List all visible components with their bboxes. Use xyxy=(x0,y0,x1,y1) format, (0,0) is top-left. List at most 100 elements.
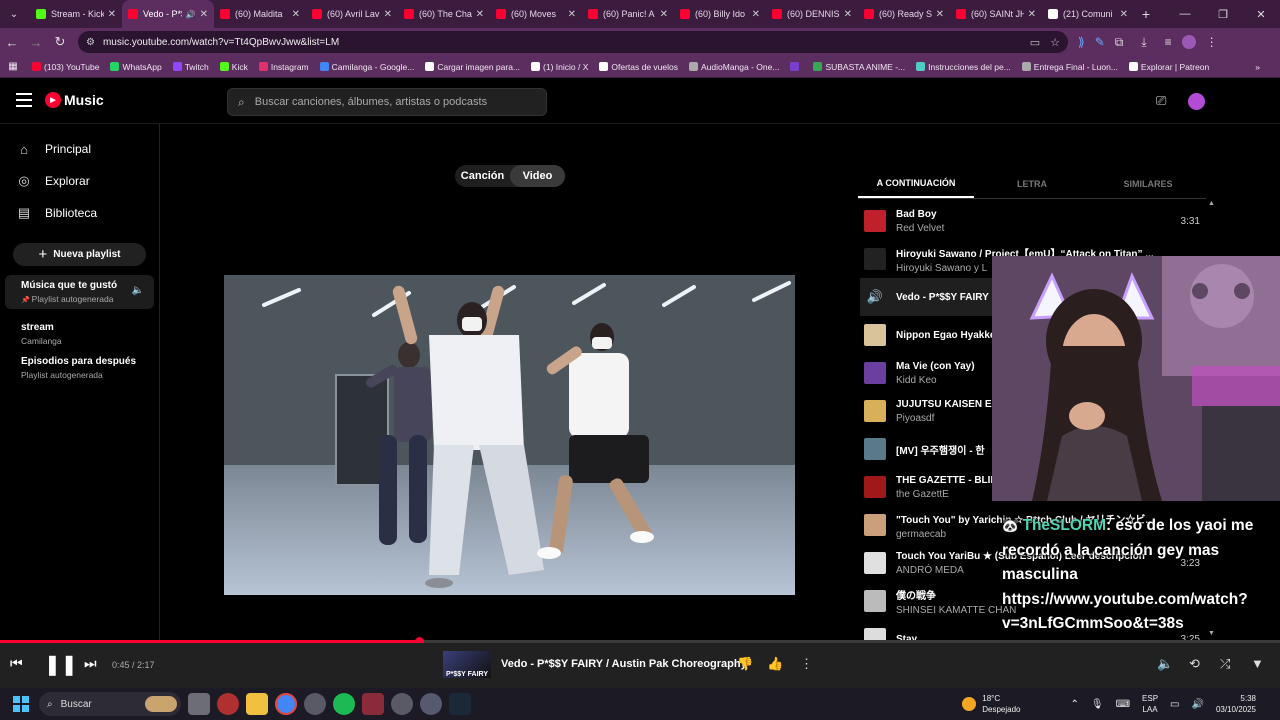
browser-tab[interactable]: (60) Ready S ✕ xyxy=(858,0,950,28)
app-icon-active[interactable] xyxy=(362,693,384,715)
scroll-up-icon[interactable]: ▲ xyxy=(1208,200,1215,207)
bookmark-star-icon[interactable]: ☆ xyxy=(1050,36,1060,49)
video-toggle-button[interactable]: Video xyxy=(510,165,565,187)
bookmark-item[interactable]: (103) YouTube xyxy=(32,62,99,72)
tab-close-icon[interactable]: ✕ xyxy=(660,9,668,20)
tray-overflow-icon[interactable]: ⌃ xyxy=(1071,699,1079,710)
like-icon[interactable]: 👍 xyxy=(767,656,783,672)
bookmark-item[interactable]: Cargar imagen para... xyxy=(425,62,520,72)
next-icon[interactable]: ⏭ xyxy=(84,655,97,672)
repeat-icon[interactable]: ⟲ xyxy=(1189,656,1200,672)
browser-tab[interactable]: (60) Billy Ido ✕ xyxy=(674,0,766,28)
tab-close-icon[interactable]: ✕ xyxy=(292,9,300,20)
sidebar-playlist[interactable]: Música que te gustó 📌 Playlist autogenera… xyxy=(5,275,154,309)
language-indicator[interactable]: ESP LAA xyxy=(1142,693,1158,715)
tab-close-icon[interactable]: ✕ xyxy=(752,9,760,20)
tab-close-icon[interactable]: ✕ xyxy=(384,9,392,20)
puzzle-icon[interactable]: ⧉ xyxy=(1115,35,1124,50)
cast-page-icon[interactable]: ▭ xyxy=(1030,36,1040,49)
download-icon[interactable]: ⤓ xyxy=(1141,35,1146,50)
previous-icon[interactable]: ⏮ xyxy=(10,655,23,672)
more-options-icon[interactable]: ⋮ xyxy=(800,656,813,672)
clock[interactable]: 5:38 03/10/2025 xyxy=(1216,693,1256,715)
weather-widget[interactable]: 18°C Despejado xyxy=(962,693,1021,715)
search-input[interactable]: ⌕ Buscar canciones, álbumes, artistas o … xyxy=(227,88,547,116)
bookmark-item[interactable]: Twitch xyxy=(172,62,209,72)
avatar[interactable] xyxy=(1188,93,1205,110)
queue-item[interactable]: Bad Boy Red Velvet 3:31 xyxy=(860,202,1206,240)
browser-tab[interactable]: Stream - Kick ✕ xyxy=(30,0,122,28)
speaker-icon[interactable]: 🔊 xyxy=(1192,699,1204,710)
browser-tab[interactable]: Vedo - P*$$Y 🔊 ✕ xyxy=(122,0,214,28)
bookmark-item[interactable]: SUBASTA ANIME -... xyxy=(813,62,905,72)
song-toggle-button[interactable]: Canción xyxy=(455,165,510,187)
url-field[interactable]: ⚙ music.youtube.com/watch?v=Tt4QpBwvJww&… xyxy=(78,31,1068,53)
bookmark-item[interactable] xyxy=(790,62,802,72)
tab-close-icon[interactable]: ✕ xyxy=(936,9,944,20)
browser-tab[interactable]: (21) Comuni ✕ xyxy=(1042,0,1134,28)
tab-up-next[interactable]: A CONTINUACIÓN xyxy=(858,170,974,198)
task-view-icon[interactable] xyxy=(188,693,210,715)
sidebar-playlist[interactable]: stream Camilanga xyxy=(5,317,154,351)
media-list-icon[interactable]: ≡ xyxy=(1165,35,1172,49)
new-tab-button[interactable]: + xyxy=(1134,6,1158,22)
bookmark-item[interactable]: AudioManga - One... xyxy=(689,62,779,72)
back-icon[interactable]: ← xyxy=(0,35,24,50)
bookmark-item[interactable]: (1) Inicio / X xyxy=(531,62,588,72)
profile-avatar[interactable] xyxy=(1181,35,1196,49)
new-playlist-button[interactable]: + Nueva playlist xyxy=(13,243,146,266)
volume-icon[interactable]: 🔈 xyxy=(1157,656,1173,672)
tab-close-icon[interactable]: ✕ xyxy=(568,9,576,20)
network-icon[interactable]: ▭ xyxy=(1170,699,1179,710)
sidebar-item-explorar[interactable]: ◎ Explorar xyxy=(0,165,159,197)
browser-tab[interactable]: (60) Avril Lav ✕ xyxy=(306,0,398,28)
extension-icon[interactable]: ⟫ xyxy=(1078,35,1085,49)
forward-icon[interactable]: → xyxy=(24,35,48,50)
taskbar-search[interactable]: ⌕ Buscar xyxy=(39,692,181,716)
steam-icon[interactable] xyxy=(449,693,471,715)
reload-icon[interactable]: ↻ xyxy=(48,34,72,50)
tab-close-icon[interactable]: ✕ xyxy=(1028,9,1036,20)
more-bookmarks-icon[interactable]: » xyxy=(1255,62,1260,72)
browser-menu-icon[interactable]: ⋮ xyxy=(1206,35,1218,49)
bookmark-item[interactable]: Kick xyxy=(219,62,248,72)
sidebar-item-biblioteca[interactable]: ▤ Biblioteca xyxy=(0,197,159,229)
tab-related[interactable]: SIMILARES xyxy=(1090,170,1206,198)
video-player[interactable] xyxy=(224,275,795,595)
sidebar-playlist[interactable]: Episodios para después Playlist autogener… xyxy=(5,351,154,385)
bookmark-item[interactable]: Entrega Final - Luon... xyxy=(1021,62,1118,72)
pause-icon[interactable]: ❚❚ xyxy=(44,652,78,677)
cast-icon[interactable]: ⎚ xyxy=(1156,93,1166,109)
shuffle-icon[interactable]: ⤮ xyxy=(1220,656,1230,672)
tab-close-icon[interactable]: ✕ xyxy=(108,9,116,20)
obs-icon[interactable] xyxy=(304,693,326,715)
spotify-icon[interactable] xyxy=(333,693,355,715)
restore-icon[interactable]: ❐ xyxy=(1204,8,1242,21)
tab-close-icon[interactable]: ✕ xyxy=(476,9,484,20)
browser-tab[interactable]: (60) Panic! A ✕ xyxy=(582,0,674,28)
close-window-icon[interactable]: ✕ xyxy=(1242,8,1280,21)
now-playing-title[interactable]: Vedo - P*$$Y FAIRY / Austin Pak Choreogr… xyxy=(501,658,747,670)
tab-search-icon[interactable]: ⌄ xyxy=(4,4,24,24)
bookmark-item[interactable]: Explorar | Patreon xyxy=(1128,62,1209,72)
microphone-icon[interactable]: 🎙 xyxy=(1091,699,1104,710)
tab-close-icon[interactable]: ✕ xyxy=(1120,9,1128,20)
file-explorer-icon[interactable] xyxy=(246,693,268,715)
tab-audio-icon[interactable]: 🔊 xyxy=(186,10,196,19)
tab-lyrics[interactable]: LETRA xyxy=(974,170,1090,198)
sidebar-item-principal[interactable]: ⌂ Principal xyxy=(0,133,159,165)
hamburger-menu-icon[interactable] xyxy=(16,93,32,107)
apps-grid-icon[interactable]: ▦ xyxy=(0,61,26,72)
bookmark-item[interactable]: Instagram xyxy=(258,62,309,72)
expand-player-icon[interactable]: ▼ xyxy=(1251,656,1264,671)
browser-tab[interactable]: (60) DENNIS ✕ xyxy=(766,0,858,28)
translate-icon[interactable]: ✎ xyxy=(1095,35,1105,49)
site-info-icon[interactable]: ⚙ xyxy=(86,37,95,48)
bookmark-item[interactable]: Instrucciones del pe... xyxy=(916,62,1011,72)
chrome-icon[interactable] xyxy=(275,693,297,715)
browser-tab[interactable]: (60) The Cha ✕ xyxy=(398,0,490,28)
bookmark-item[interactable]: Ofertas de vuelos xyxy=(599,62,678,72)
browser-tab[interactable]: (60) Maldita ✕ xyxy=(214,0,306,28)
app-icon-red[interactable] xyxy=(217,693,239,715)
minimize-icon[interactable]: — xyxy=(1166,8,1204,20)
